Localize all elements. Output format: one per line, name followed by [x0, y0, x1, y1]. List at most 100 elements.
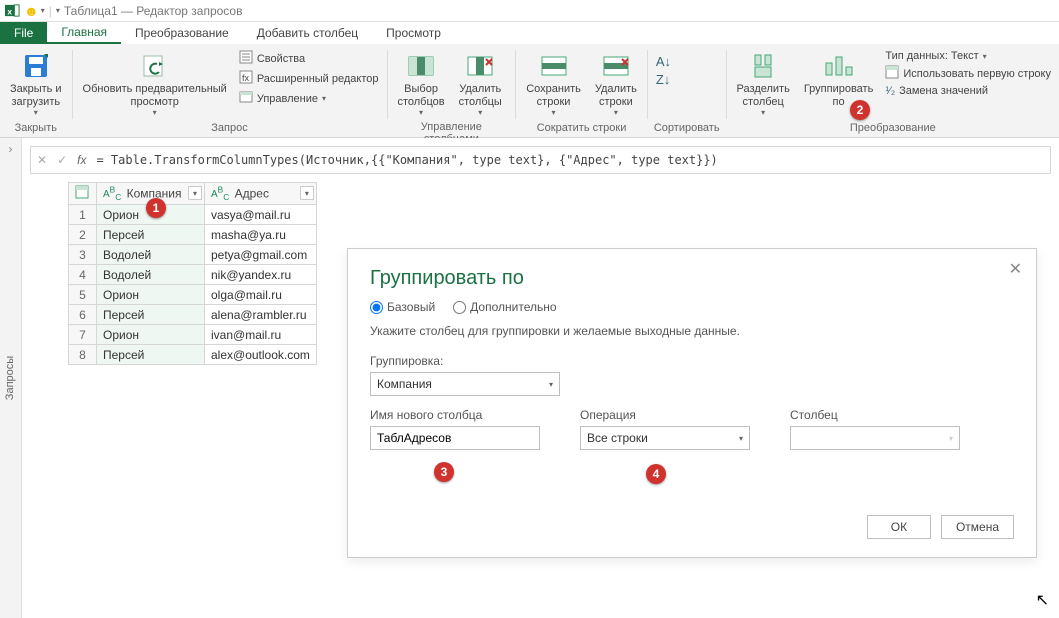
table-row[interactable]: 5Орионolga@mail.ru — [69, 285, 317, 305]
row-number[interactable]: 3 — [69, 245, 97, 265]
refresh-preview-button[interactable]: Обновить предварительный просмотр ▾ — [79, 47, 231, 119]
formula-bar[interactable]: ✕ ✓ fx = Table.TransformColumnTypes(Исто… — [30, 146, 1051, 174]
radio-advanced[interactable]: Дополнительно — [453, 300, 556, 314]
cursor-icon: ↖ — [1036, 590, 1049, 610]
commit-icon[interactable]: ✓ — [57, 153, 67, 167]
radio-basic-input[interactable] — [370, 301, 383, 314]
table-cell[interactable]: nik@yandex.ru — [205, 265, 317, 285]
qat-dropdown-icon[interactable]: ▾ — [41, 6, 45, 15]
file-tab[interactable]: File — [0, 22, 47, 44]
chevron-down-icon: ▾ — [739, 434, 743, 443]
formula-text[interactable]: = Table.TransformColumnTypes(Источник,{{… — [96, 153, 717, 167]
ok-button[interactable]: ОК — [867, 515, 931, 539]
table-row[interactable]: 7Орионivan@mail.ru — [69, 325, 317, 345]
row-number[interactable]: 5 — [69, 285, 97, 305]
row-number[interactable]: 6 — [69, 305, 97, 325]
column-filter-dropdown[interactable]: ▾ — [300, 186, 314, 200]
tab-transform[interactable]: Преобразование — [121, 22, 243, 44]
column-header-address[interactable]: ABC Адрес ▾ — [205, 183, 317, 205]
radio-advanced-input[interactable] — [453, 301, 466, 314]
row-number[interactable]: 1 — [69, 205, 97, 225]
mode-radio-group: Базовый Дополнительно — [370, 300, 1014, 314]
newcol-input[interactable] — [370, 426, 540, 450]
row-number[interactable]: 2 — [69, 225, 97, 245]
row-number[interactable]: 8 — [69, 345, 97, 365]
cancel-icon[interactable]: ✕ — [37, 153, 47, 167]
properties-button[interactable]: Свойства — [237, 49, 381, 68]
tab-home[interactable]: Главная — [47, 22, 121, 44]
replace-values-button[interactable]: ¹⁄₂ Замена значений — [883, 84, 1053, 98]
chevron-down-icon: ▾ — [949, 434, 953, 443]
table-corner[interactable] — [69, 183, 97, 205]
tab-addcolumn[interactable]: Добавить столбец — [243, 22, 372, 44]
keep-rows-button[interactable]: Сохранить строки ▾ — [522, 47, 585, 119]
table-cell[interactable]: vasya@mail.ru — [205, 205, 317, 225]
split-column-button[interactable]: Разделить столбец ▾ — [733, 47, 794, 119]
table-row[interactable]: 2Персейmasha@ya.ru — [69, 225, 317, 245]
qat-overflow-icon[interactable]: ▾ — [56, 6, 60, 15]
newcol-label: Имя нового столбца — [370, 408, 540, 422]
manage-button[interactable]: Управление ▾ — [237, 89, 381, 108]
table-row[interactable]: 6Персейalena@rambler.ru — [69, 305, 317, 325]
table-cell[interactable]: Орион — [97, 325, 205, 345]
select-cols-label: Выбор столбцов — [397, 83, 444, 108]
keep-rows-icon — [539, 51, 569, 81]
group-by-button[interactable]: Группировать по — [800, 47, 878, 110]
queries-panel-label: Запросы — [5, 356, 17, 400]
group-label-rows: Сократить строки — [522, 120, 641, 137]
header-row-icon — [885, 65, 899, 82]
abc-icon: ABC — [103, 189, 121, 200]
window-title: Таблица1 — Редактор запросов — [64, 4, 243, 18]
remove-rows-button[interactable]: Удалить строки ▾ — [591, 47, 641, 119]
queries-panel[interactable]: › Запросы — [0, 138, 22, 618]
row-number[interactable]: 7 — [69, 325, 97, 345]
remove-columns-button[interactable]: Удалить столбцы ▾ — [455, 47, 506, 119]
table-cell[interactable]: ivan@mail.ru — [205, 325, 317, 345]
table-cell[interactable]: masha@ya.ru — [205, 225, 317, 245]
select-columns-icon — [406, 51, 436, 81]
table-cell[interactable]: olga@mail.ru — [205, 285, 317, 305]
sort-desc-button[interactable]: Z↓ — [654, 71, 673, 88]
radio-basic[interactable]: Базовый — [370, 300, 435, 314]
table-cell[interactable]: Водолей — [97, 245, 205, 265]
remove-rows-icon — [601, 51, 631, 81]
column-filter-dropdown[interactable]: ▾ — [188, 186, 202, 200]
table-cell[interactable]: Персей — [97, 305, 205, 325]
remove-rows-label: Удалить строки — [595, 83, 637, 108]
table-cell[interactable]: Водолей — [97, 265, 205, 285]
tab-view[interactable]: Просмотр — [372, 22, 455, 44]
groupby-select[interactable]: Компания ▾ — [370, 372, 560, 396]
select-columns-button[interactable]: Выбор столбцов ▾ — [393, 47, 448, 119]
close-icon[interactable]: ✕ — [1009, 259, 1022, 279]
properties-icon — [239, 50, 253, 67]
operation-select[interactable]: Все строки ▾ — [580, 426, 750, 450]
table-cell[interactable]: Орион — [97, 285, 205, 305]
fx-icon[interactable]: fx — [77, 153, 86, 167]
table-cell[interactable]: Персей — [97, 345, 205, 365]
table-row[interactable]: 3Водолейpetya@gmail.com — [69, 245, 317, 265]
close-load-label: Закрыть и загрузить — [10, 83, 62, 108]
table-cell[interactable]: alena@rambler.ru — [205, 305, 317, 325]
chevron-down-icon: ▾ — [153, 108, 157, 117]
advanced-editor-button[interactable]: fx Расширенный редактор — [237, 69, 381, 88]
table-cell[interactable]: alex@outlook.com — [205, 345, 317, 365]
expand-icon[interactable]: › — [9, 142, 13, 156]
advanced-editor-icon: fx — [239, 70, 253, 87]
data-type-button[interactable]: Тип данных: Текст ▾ — [883, 49, 1053, 63]
use-first-row-button[interactable]: Использовать первую строку — [883, 64, 1053, 83]
table-row[interactable]: 4Водолейnik@yandex.ru — [69, 265, 317, 285]
callout-badge-3: 3 — [434, 462, 454, 482]
table-row[interactable]: 1Орионvasya@mail.ru — [69, 205, 317, 225]
radio-basic-label: Базовый — [387, 300, 435, 314]
close-load-button[interactable]: Закрыть и загрузить ▾ — [6, 47, 66, 119]
svg-text:x: x — [7, 6, 12, 16]
column-select[interactable]: ▾ — [790, 426, 960, 450]
cancel-button[interactable]: Отмена — [941, 515, 1014, 539]
row-number[interactable]: 4 — [69, 265, 97, 285]
table-row[interactable]: 8Персейalex@outlook.com — [69, 345, 317, 365]
table-cell[interactable]: petya@gmail.com — [205, 245, 317, 265]
table-cell[interactable]: Персей — [97, 225, 205, 245]
smiley-icon[interactable]: ☻ — [24, 3, 39, 19]
split-label: Разделить столбец — [737, 83, 790, 108]
sort-asc-button[interactable]: A↓ — [654, 53, 673, 70]
